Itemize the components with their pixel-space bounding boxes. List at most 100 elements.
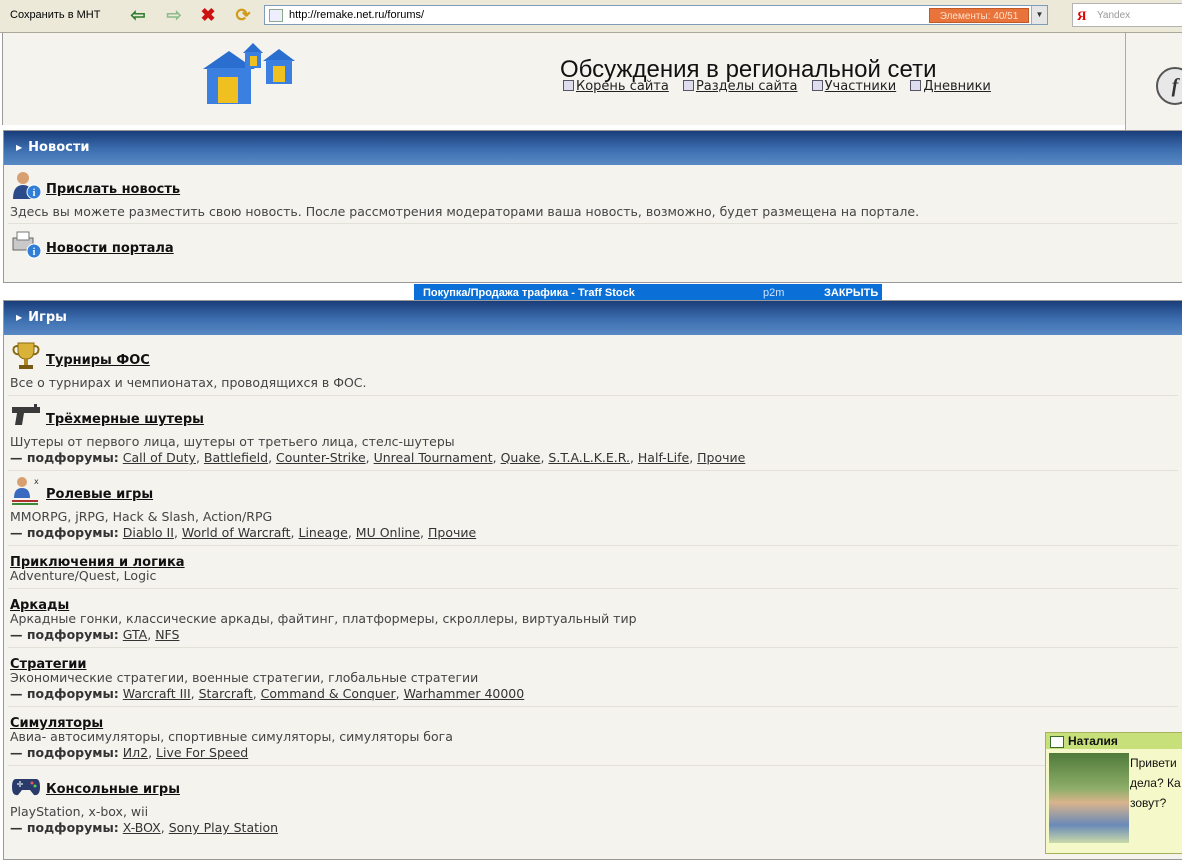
address-url[interactable]: http://remake.net.ru/forums/ (289, 9, 424, 21)
row-divider (8, 223, 1178, 224)
subforum-link[interactable]: Quake (501, 450, 541, 465)
subforum-link[interactable]: Counter-Strike (276, 450, 366, 465)
ad-close-button[interactable]: ЗАКРЫТЬ (824, 287, 878, 299)
subforum-link[interactable]: Warcraft III (123, 686, 191, 701)
home-icon (563, 80, 574, 91)
nav-diaries[interactable]: Дневники (910, 79, 991, 94)
forum-title-link[interactable]: Ролевые игры (46, 487, 153, 502)
subforum-link[interactable]: Battlefield (204, 450, 268, 465)
forum-desc: Здесь вы можете разместить свою новость.… (10, 204, 920, 219)
forum-desc: Авиа- автосимуляторы, спортивные симулят… (10, 729, 453, 744)
chat-message: Привети дела? Ка зовут? (1130, 756, 1181, 810)
site-header: Обсуждения в региональной сети Корень са… (2, 33, 1182, 125)
nav-sections[interactable]: Разделы сайта (682, 79, 797, 94)
subforum-link[interactable]: Unreal Tournament (374, 450, 493, 465)
trophy-icon (12, 342, 40, 369)
subforum-link[interactable]: Warhammer 40000 (404, 686, 525, 701)
yandex-search-box[interactable]: Я Yandex (1072, 3, 1182, 27)
subforum-link[interactable]: Call of Duty (123, 450, 196, 465)
forum-rpg: Ролевые игры (46, 483, 153, 502)
browser-toolbar: Сохранить в МНТ ⇦ ⇨ ✖ ⟳ http://remake.ne… (0, 0, 1182, 33)
user-info-icon: i (13, 172, 42, 200)
row-divider (8, 647, 1178, 648)
subforum-link[interactable]: Lineage (299, 525, 348, 540)
address-bar[interactable]: http://remake.net.ru/forums/ Элементы: 4… (264, 5, 1048, 25)
subforum-link[interactable]: X-BOX (123, 820, 161, 835)
row-divider (8, 395, 1178, 396)
subforums-list: — подфорумы: Warcraft III, Starcraft, Co… (10, 686, 525, 701)
expand-triangle-icon: ▶ (16, 143, 23, 152)
yandex-logo-icon: Я (1077, 8, 1087, 23)
games-section: ▶ Игры Турниры ФОС Все о турнирах и чемпи… (3, 300, 1182, 860)
subforum-link[interactable]: Прочие (428, 525, 476, 540)
ad-tag: p2m (763, 287, 785, 299)
flash-icon[interactable]: f (1156, 67, 1182, 105)
subforum-link[interactable]: Diablo II (123, 525, 174, 540)
forum-tournaments: Турниры ФОС (46, 349, 150, 368)
forum-3d-shooters: Трёхмерные шутеры (46, 408, 204, 427)
subforum-link[interactable]: Ил2 (123, 745, 148, 760)
forum-title-link[interactable]: Новости портала (46, 241, 174, 256)
subforum-link[interactable]: Command & Conquer (261, 686, 396, 701)
subforum-link[interactable]: GTA (123, 627, 147, 642)
printer-info-icon: i (12, 231, 42, 259)
subforum-link[interactable]: World of Warcraft (182, 525, 291, 540)
forum-title-link[interactable]: Трёхмерные шутеры (46, 412, 204, 427)
address-dropdown-icon[interactable]: ▼ (1031, 6, 1047, 24)
row-divider (8, 706, 1178, 707)
pistol-icon (12, 404, 40, 425)
chat-popup[interactable]: Наталия Привети дела? Ка зовут? (1045, 732, 1182, 854)
subforum-link[interactable]: Прочие (697, 450, 745, 465)
subforum-link[interactable]: MU Online (356, 525, 420, 540)
subforum-link[interactable]: Live For Speed (156, 745, 248, 760)
subforums-list: — подфорумы: GTA, NFS (10, 627, 180, 642)
subforum-link[interactable]: Half-Life (638, 450, 689, 465)
chat-avatar[interactable] (1049, 753, 1129, 843)
search-input[interactable]: Yandex (1097, 10, 1130, 21)
refresh-icon[interactable]: ⟳ (231, 4, 255, 26)
section-header-news[interactable]: ▶ Новости (4, 131, 1182, 165)
subforum-link[interactable]: NFS (155, 627, 179, 642)
subforum-link[interactable]: Sony Play Station (169, 820, 278, 835)
forum-title-link[interactable]: Турниры ФОС (46, 353, 150, 368)
forum-desc: MMORPG, jRPG, Hack & Slash, Action/RPG (10, 509, 273, 524)
subforum-link[interactable]: Starcraft (199, 686, 253, 701)
subforum-link[interactable]: S.T.A.L.K.E.R. (548, 450, 630, 465)
subforums-list: — подфорумы: Diablo II, World of Warcraf… (10, 525, 477, 540)
rpg-characters-icon: x (12, 477, 39, 505)
forum-desc: Экономические стратегии, военные стратег… (10, 670, 479, 685)
svg-text:x: x (34, 477, 39, 486)
subforums-list: — подфорумы: Call of Duty, Battlefield, … (10, 450, 746, 465)
chat-contact-name: Наталия (1068, 734, 1118, 748)
chat-header[interactable]: Наталия (1046, 733, 1182, 749)
row-divider (8, 470, 1178, 471)
subforums-list: — подфорумы: Ил2, Live For Speed (10, 745, 249, 760)
gamepad-icon (12, 779, 40, 796)
section-header-games[interactable]: ▶ Игры (4, 301, 1182, 335)
forum-desc: Все о турнирах и чемпионатах, проводящих… (10, 375, 367, 390)
back-arrow-icon[interactable]: ⇦ (126, 4, 150, 26)
site-logo-icon[interactable] (201, 41, 301, 111)
elements-badge[interactable]: Элементы: 40/51 (929, 8, 1029, 23)
header-side-frame: f (1125, 33, 1182, 134)
news-section: ▶ Новости i Прислать новость Здесь вы мож… (3, 130, 1182, 283)
row-divider (8, 588, 1178, 589)
chat-contact-icon (1050, 736, 1064, 748)
row-divider (8, 765, 1178, 766)
forum-title-link[interactable]: Прислать новость (46, 182, 180, 197)
nav-members[interactable]: Участники (811, 79, 896, 94)
forward-arrow-icon[interactable]: ⇨ (162, 4, 186, 26)
forum-title-link[interactable]: Консольные игры (46, 782, 180, 797)
forum-console: Консольные игры (46, 778, 180, 797)
svg-text:i: i (33, 188, 36, 199)
stop-icon[interactable]: ✖ (196, 4, 220, 26)
forum-desc: Adventure/Quest, Logic (10, 568, 157, 583)
diaries-icon (910, 80, 922, 91)
nav-home[interactable]: Корень сайта (563, 79, 669, 94)
ad-text[interactable]: Покупка/Продажа трафика - Traff Stock (423, 287, 635, 299)
forum-portal-news: Новости портала (46, 237, 174, 256)
svg-text:i: i (33, 247, 36, 258)
forum-desc: Аркадные гонки, классические аркады, фай… (10, 611, 637, 626)
save-mht-button[interactable]: Сохранить в МНТ (10, 9, 100, 21)
forum-desc: PlayStation, x-box, wii (10, 804, 149, 819)
